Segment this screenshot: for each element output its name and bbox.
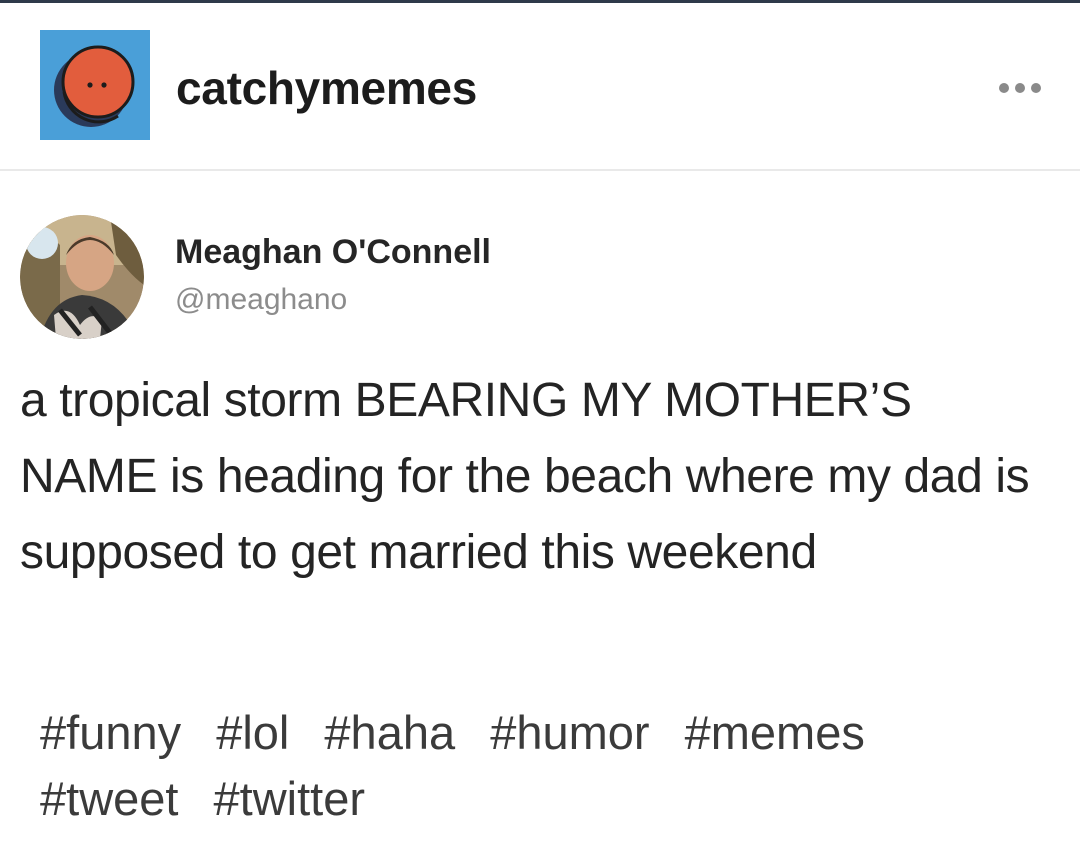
more-options-button[interactable] <box>990 73 1050 103</box>
post-tags: #funny #lol #haha #humor #memes #tweet #… <box>40 700 1040 832</box>
tag-link[interactable]: #twitter <box>214 766 366 832</box>
tag-link[interactable]: #memes <box>685 700 865 766</box>
tag-link[interactable]: #tweet <box>40 766 178 832</box>
tag-link[interactable]: #funny <box>40 700 181 766</box>
post-header: catchymemes <box>0 3 1080 171</box>
tweet-text: a tropical storm BEARING MY MOTHER’S NAM… <box>20 374 1030 579</box>
tweet-author-avatar <box>20 215 144 339</box>
tweet-author-name: Meaghan O'Connell <box>175 233 491 271</box>
profile-photo-icon <box>20 215 144 339</box>
smiley-face-icon <box>54 45 135 127</box>
blog-avatar[interactable] <box>40 30 150 140</box>
tag-link[interactable]: #lol <box>216 700 289 766</box>
tweet-screenshot: Meaghan O'Connell @meaghano a tropical s… <box>0 173 1080 678</box>
tag-link[interactable]: #humor <box>490 700 649 766</box>
tag-link[interactable]: #haha <box>324 700 455 766</box>
more-options-dot <box>1031 83 1041 93</box>
blog-name[interactable]: catchymemes <box>176 61 477 115</box>
more-options-icon <box>999 83 1009 93</box>
more-options-dot <box>1015 83 1025 93</box>
tweet-author-handle: @meaghano <box>175 283 348 316</box>
